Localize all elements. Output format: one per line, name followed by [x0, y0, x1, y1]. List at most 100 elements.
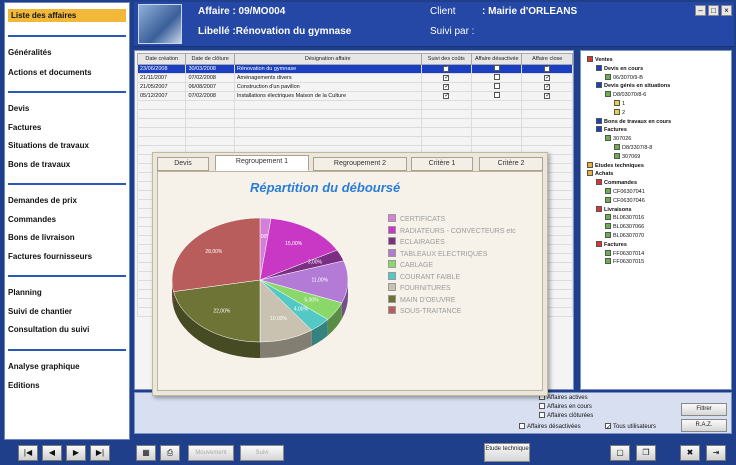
tree-node[interactable]: BL06307016	[605, 214, 644, 221]
tree-node[interactable]: 06/3070/9-B	[605, 73, 643, 81]
column-header[interactable]: Affaire désactivée	[471, 53, 523, 65]
tree-node[interactable]: CF06307041	[605, 188, 645, 195]
column-header[interactable]: Suivi des coûts	[420, 53, 473, 65]
checkbox[interactable]	[493, 92, 500, 98]
table-cell[interactable]: 21/05/2007	[136, 82, 187, 92]
table-cell[interactable]: 06/08/2007	[185, 82, 235, 92]
checkbox[interactable]	[493, 65, 500, 71]
table-cell[interactable]: Aménagements divers	[233, 73, 422, 83]
next-record-button[interactable]: ▶	[66, 445, 86, 461]
checkbox[interactable]: ✓	[443, 93, 449, 99]
checkbox[interactable]: ✓	[544, 75, 550, 81]
sidebar-item-editions[interactable]: Editions	[8, 381, 40, 390]
filter-button[interactable]: Filtrer	[681, 403, 727, 416]
table-row[interactable]: 21/11/2007 07/02/2008 Aménagements divers ✓…	[136, 73, 573, 83]
tree-node[interactable]: BL06307066	[605, 223, 644, 230]
calculator-icon[interactable]: ▦	[136, 445, 156, 461]
checkbox[interactable]	[539, 403, 545, 409]
table-cell-checkbox[interactable]: ✓	[420, 82, 473, 92]
tab-critere-1[interactable]: Critère 1	[411, 157, 473, 171]
table-cell[interactable]: 21/11/2007	[136, 73, 187, 83]
print-icon[interactable]: ⎙	[160, 445, 180, 461]
checkbox[interactable]	[493, 83, 500, 89]
table-cell[interactable]: 07/02/2008	[185, 73, 235, 83]
sidebar-item-bons-travaux[interactable]: Bons de travaux	[8, 160, 70, 169]
sidebar-item-commandes[interactable]: Commandes	[8, 215, 56, 224]
checkbox[interactable]: ✓	[544, 84, 550, 90]
column-header[interactable]: Date création	[136, 53, 187, 65]
checkbox[interactable]: ✓	[443, 75, 449, 81]
tree-node[interactable]: 307069	[614, 152, 640, 160]
sidebar-item-liste-affaires[interactable]: Liste des affaires	[8, 9, 126, 22]
table-cell-checkbox[interactable]	[471, 64, 523, 74]
table-cell-checkbox[interactable]: ✓	[420, 73, 473, 83]
sidebar-item-generalites[interactable]: Généralités	[8, 48, 52, 57]
tree-node[interactable]: Commandes	[596, 179, 637, 186]
copy-icon[interactable]: ❐	[636, 445, 656, 461]
table-cell[interactable]: 07/02/2008	[185, 91, 235, 101]
table-row[interactable]: 23/06/2008 30/03/2008 Rénovation du gymnas…	[136, 64, 573, 74]
table-cell[interactable]: Rénovation du gymnase	[233, 64, 422, 74]
etude-technique-button[interactable]: Etude technique	[484, 443, 530, 462]
suivi-button[interactable]: Suivi	[240, 445, 284, 461]
sidebar-item-devis[interactable]: Devis	[8, 104, 29, 113]
table-cell[interactable]: 23/06/2008	[136, 64, 187, 74]
last-record-button[interactable]: ▶|	[90, 445, 110, 461]
table-cell[interactable]: 05/12/2007	[136, 91, 187, 101]
sidebar-item-planning[interactable]: Planning	[8, 288, 42, 297]
close-icon[interactable]: ×	[721, 5, 732, 16]
delete-icon[interactable]: ✖	[680, 445, 700, 461]
column-header[interactable]: Désignation affaire	[233, 53, 422, 65]
checkbox[interactable]	[539, 412, 545, 418]
tree-node[interactable]: Devis gérés en situations	[596, 82, 670, 89]
tree-node[interactable]: 1	[614, 100, 625, 107]
tree-node[interactable]: 2	[614, 108, 625, 116]
table-cell[interactable]: 30/03/2008	[185, 64, 235, 74]
table-cell-checkbox[interactable]: ✓	[521, 91, 573, 101]
raz-button[interactable]: R.A.Z.	[681, 419, 727, 432]
tree-node[interactable]: D8/3307/8-8	[614, 144, 652, 151]
mouvement-button[interactable]: Mouvement	[188, 445, 234, 461]
column-header[interactable]: Affaire close	[521, 53, 573, 65]
tree-node[interactable]: D8/03070/8-6	[605, 91, 646, 98]
table-cell-checkbox[interactable]: ✓	[521, 64, 573, 74]
sidebar-item-bons-livraison[interactable]: Bons de livraison	[8, 233, 75, 242]
table-cell-checkbox[interactable]: ✓	[420, 64, 473, 74]
tree-node[interactable]: CF06307046	[605, 196, 645, 204]
table-cell[interactable]: Construction d'un pavillon	[233, 82, 422, 92]
tree-node[interactable]: Ventes	[587, 56, 613, 63]
tree-node[interactable]: FF06307014	[605, 249, 644, 257]
tree-node[interactable]: FF06307015	[605, 258, 644, 265]
sidebar-item-suivi-chantier[interactable]: Suivi de chantier	[8, 307, 72, 316]
sidebar-item-analyse-graphique[interactable]: Analyse graphique	[8, 362, 80, 371]
sidebar-item-consultation-suivi[interactable]: Consultation du suivi	[8, 325, 89, 334]
minimize-icon[interactable]: –	[695, 5, 706, 16]
maximize-icon[interactable]: □	[708, 5, 719, 16]
table-cell-checkbox[interactable]	[471, 73, 523, 83]
checkbox[interactable]: ✓	[443, 84, 449, 90]
column-header[interactable]: Date de clôture	[185, 53, 235, 65]
new-document-icon[interactable]: ▢	[610, 445, 630, 461]
tab-devis[interactable]: Devis	[157, 157, 209, 171]
option-affaires-en-cours[interactable]: Affaires en cours	[539, 403, 592, 410]
tree-node[interactable]: Factures	[596, 126, 627, 133]
checkbox[interactable]	[519, 423, 525, 429]
table-cell-checkbox[interactable]: ✓	[521, 73, 573, 83]
tab-regroupement-2[interactable]: Regroupement 2	[313, 157, 407, 171]
previous-record-button[interactable]: ◀	[42, 445, 62, 461]
option-affaires-desactivees[interactable]: Affaires désactivées	[519, 423, 581, 430]
option-affaires-cloturees[interactable]: Affaires clôturées	[539, 412, 593, 419]
table-cell-checkbox[interactable]	[471, 91, 523, 101]
table-cell[interactable]: Installations électriques Maison de la C…	[233, 91, 422, 101]
tab-critere-2[interactable]: Critère 2	[479, 157, 543, 171]
checkbox[interactable]: ✓	[443, 66, 449, 72]
option-tous-utilisateurs[interactable]: ✓ Tous utilisateurs	[605, 423, 656, 431]
tree-node[interactable]: Factures	[596, 240, 627, 248]
checkbox[interactable]: ✓	[544, 93, 550, 99]
sidebar-item-demandes-prix[interactable]: Demandes de prix	[8, 196, 77, 205]
table-cell-checkbox[interactable]: ✓	[420, 91, 473, 101]
tree-node[interactable]: Achats	[587, 170, 613, 177]
tree-node[interactable]: Devis en cours	[596, 64, 643, 72]
tree-node[interactable]: Livraisons	[596, 205, 632, 213]
tree-node[interactable]: Etudes techniques	[587, 161, 644, 169]
